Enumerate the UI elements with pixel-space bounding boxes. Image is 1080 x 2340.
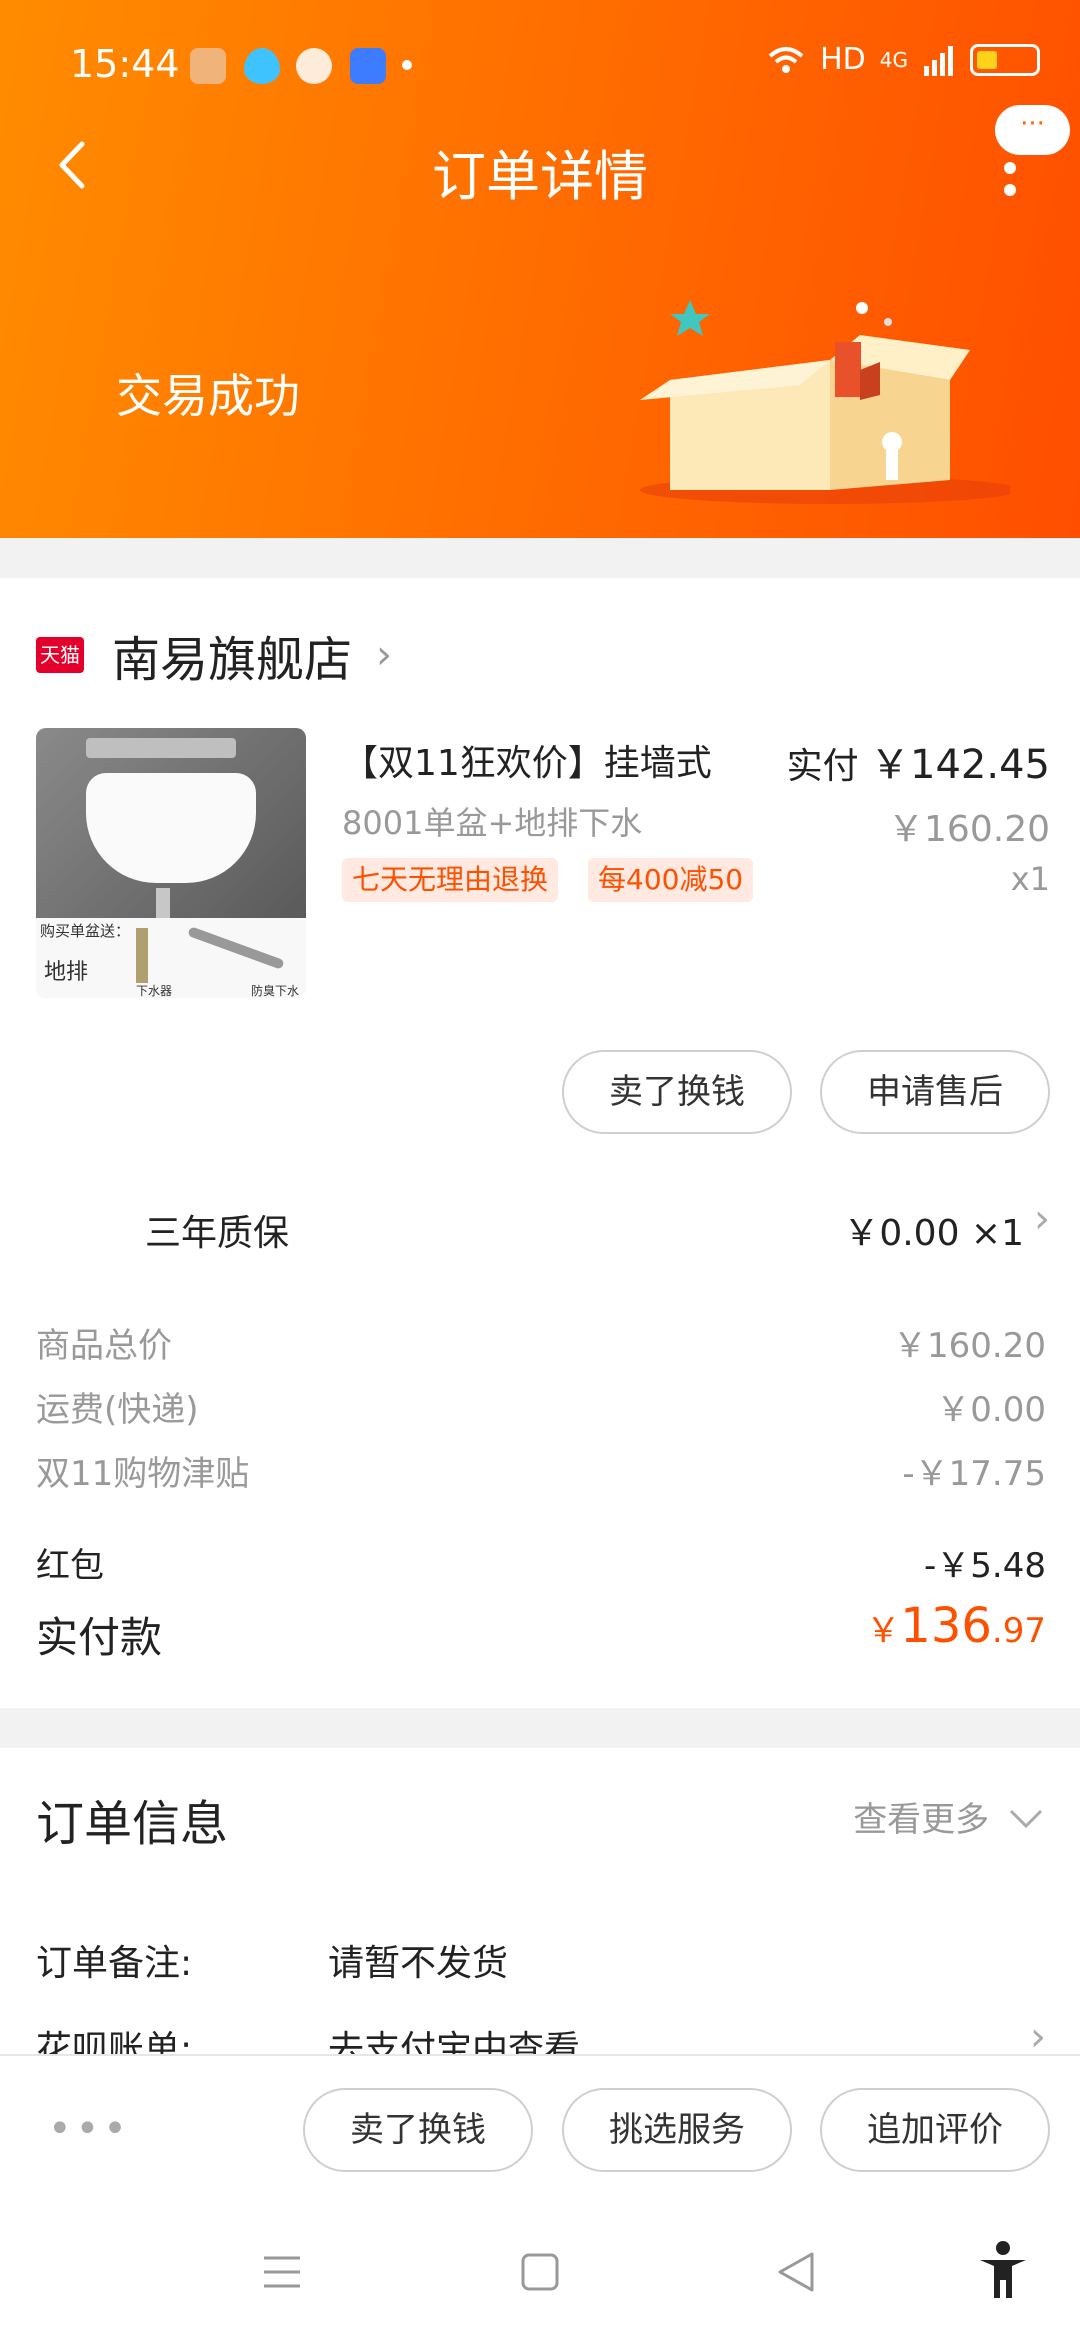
order-remark-key: 订单备注: xyxy=(36,1943,193,1984)
product-spec: 8001单盆+地排下水 xyxy=(342,804,643,842)
chevron-right-icon: › xyxy=(376,632,393,678)
paid-label: 实付 xyxy=(786,746,859,787)
system-navigation-bar xyxy=(0,2204,1080,2340)
drop-notification-icon xyxy=(244,48,280,84)
product-title[interactable]: 【双11狂欢价】挂墙式 xyxy=(342,734,712,786)
tmall-logo: 天猫 xyxy=(36,637,84,673)
chevron-down-icon xyxy=(1009,1809,1043,1829)
page-title: 订单详情 xyxy=(432,145,648,208)
image-note-1: 下水器 xyxy=(136,984,173,998)
message-bubble-icon[interactable]: ··· xyxy=(995,105,1070,155)
total-integer: 136 xyxy=(900,1598,992,1654)
more-options-icon[interactable] xyxy=(1000,160,1020,200)
quantity: x1 xyxy=(1010,860,1050,898)
chat-app-icon xyxy=(350,48,386,84)
order-status: 交易成功 xyxy=(116,369,300,423)
product-image[interactable]: 购买单盆送： 地排 下水器 防臭下水管 xyxy=(36,728,306,998)
status-right: HD 4G xyxy=(766,42,1040,77)
signal-label: 4G xyxy=(879,47,908,72)
fee-label: 双11购物津贴 xyxy=(36,1454,250,1494)
fee-label: 红包 xyxy=(36,1546,104,1586)
paid-amount: 实付 ￥142.45 xyxy=(787,732,1050,790)
view-more-button[interactable]: 查看更多 xyxy=(853,1792,1044,1841)
fee-label: 运费(快递) xyxy=(36,1390,199,1430)
sell-for-cash-button[interactable]: 卖了换钱 xyxy=(562,1050,792,1134)
original-price: ￥160.20 xyxy=(888,809,1050,850)
sell-for-cash-bottom-button[interactable]: 卖了换钱 xyxy=(303,2088,533,2172)
more-notifications-icon xyxy=(402,60,412,70)
fee-value: -￥17.75 xyxy=(902,1454,1046,1494)
package-box-illustration xyxy=(640,300,1010,504)
image-note-2: 防臭下水管 xyxy=(251,984,300,998)
warranty-price: ￥0.00 ×1 xyxy=(843,1213,1024,1254)
select-service-button[interactable]: 挑选服务 xyxy=(562,2088,792,2172)
menu-icon[interactable] xyxy=(262,2252,302,2292)
shop-header[interactable]: 天猫 南易旗舰店 › xyxy=(36,620,392,690)
image-caption: 购买单盆送： xyxy=(40,922,131,940)
signal-icon xyxy=(924,45,953,76)
tag-discount: 每400减50 xyxy=(588,858,754,902)
home-icon[interactable] xyxy=(520,2252,560,2292)
paid-value: ￥142.45 xyxy=(870,742,1050,788)
sink-shape xyxy=(86,773,256,883)
accessibility-icon[interactable] xyxy=(976,2240,1030,2300)
network-label: HD xyxy=(820,42,866,77)
bottom-action-bar: ••• 卖了换钱 挑选服务 追加评价 xyxy=(0,2054,1080,2204)
wifi-icon xyxy=(768,46,804,73)
order-info-card: 订单信息 查看更多 订单备注: 请暂不发货 花呗账单: 去支付宝中查看 › xyxy=(0,1748,1080,2070)
add-review-button[interactable]: 追加评价 xyxy=(820,2088,1050,2172)
order-remark-value: 请暂不发货 xyxy=(328,1943,509,1984)
chevron-right-icon: › xyxy=(1034,1196,1050,1242)
order-header: 15:44 HD 4G 订单详情 ··· 交易成功 xyxy=(0,0,1080,538)
more-actions-icon[interactable]: ••• xyxy=(48,2106,131,2152)
apply-after-sale-button[interactable]: 申请售后 xyxy=(820,1050,1050,1134)
fee-value: ￥0.00 xyxy=(936,1390,1046,1430)
back-nav-icon[interactable] xyxy=(776,2250,816,2294)
battery-icon xyxy=(970,43,1040,76)
total-amount: ￥136.97 xyxy=(866,1598,1046,1654)
total-label: 实付款 xyxy=(36,1613,163,1662)
shop-name: 南易旗舰店 xyxy=(112,632,353,688)
order-item-card: 天猫 南易旗舰店 › 购买单盆送： 地排 下水器 防臭下水管 【双11狂欢价】挂… xyxy=(0,578,1080,1708)
image-label: 地排 xyxy=(44,960,89,985)
tag-seven-day-return: 七天无理由退换 xyxy=(342,858,559,902)
wechat-icon xyxy=(296,48,332,84)
app-notification-icon xyxy=(190,48,226,84)
warranty-label: 三年质保 xyxy=(145,1213,290,1254)
total-decimal: .97 xyxy=(991,1611,1046,1651)
fee-label: 商品总价 xyxy=(36,1326,172,1366)
view-more-label: 查看更多 xyxy=(853,1800,990,1840)
status-time: 15:44 xyxy=(70,42,180,86)
total-currency: ￥ xyxy=(866,1611,901,1651)
order-info-title: 订单信息 xyxy=(36,1796,229,1852)
fee-value: ￥160.20 xyxy=(893,1326,1046,1366)
fee-value: -￥5.48 xyxy=(924,1546,1046,1586)
status-bar: 15:44 HD 4G xyxy=(0,0,1080,130)
